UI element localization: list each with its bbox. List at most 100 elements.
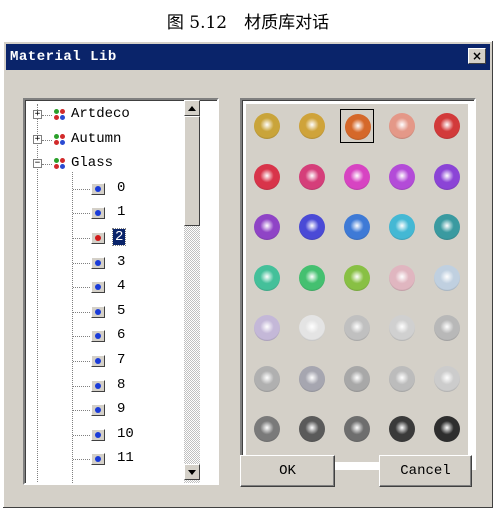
tree-item-label[interactable]: 4 bbox=[115, 278, 127, 294]
tree-group-label[interactable]: Glass bbox=[71, 155, 113, 171]
tree-expander[interactable]: − bbox=[33, 159, 42, 169]
material-icon bbox=[91, 404, 105, 417]
title-bar[interactable]: Material Lib × bbox=[6, 44, 490, 70]
material-icon bbox=[91, 207, 105, 220]
tree-item-label[interactable]: 9 bbox=[115, 401, 127, 417]
material-swatch[interactable] bbox=[385, 412, 419, 446]
scroll-up-button[interactable] bbox=[184, 100, 200, 116]
material-swatch[interactable] bbox=[430, 311, 464, 345]
material-swatch[interactable] bbox=[430, 362, 464, 396]
tree-scrollbar[interactable] bbox=[184, 100, 200, 483]
tree-expander[interactable]: + bbox=[33, 110, 42, 119]
tree-item-label[interactable]: 11 bbox=[115, 450, 136, 466]
material-swatch[interactable] bbox=[340, 109, 374, 143]
material-sphere bbox=[389, 113, 415, 139]
material-sphere bbox=[345, 114, 371, 140]
material-swatch[interactable] bbox=[430, 109, 464, 143]
material-swatch[interactable] bbox=[430, 412, 464, 446]
arrow-down-icon bbox=[188, 470, 196, 475]
material-sphere bbox=[389, 315, 415, 341]
material-swatch[interactable] bbox=[295, 210, 329, 244]
material-sphere bbox=[254, 264, 280, 291]
close-icon: × bbox=[471, 49, 483, 63]
material-swatch[interactable] bbox=[340, 160, 374, 194]
material-sphere bbox=[389, 365, 415, 392]
material-icon bbox=[91, 379, 105, 392]
material-swatch[interactable] bbox=[250, 412, 284, 446]
material-sphere bbox=[254, 365, 280, 392]
material-swatch[interactable] bbox=[385, 261, 419, 295]
tree-connector bbox=[73, 262, 90, 264]
tree-item-label[interactable]: 3 bbox=[115, 254, 127, 270]
material-swatch[interactable] bbox=[340, 261, 374, 295]
material-swatch[interactable] bbox=[340, 210, 374, 244]
tree-expander[interactable]: + bbox=[33, 134, 42, 144]
tree-item-label[interactable]: 0 bbox=[115, 180, 127, 196]
material-sphere bbox=[434, 416, 460, 442]
close-button[interactable]: × bbox=[468, 48, 486, 64]
material-swatch[interactable] bbox=[430, 210, 464, 244]
tree-glass-line bbox=[72, 172, 73, 483]
material-swatch[interactable] bbox=[250, 362, 284, 396]
material-swatch[interactable] bbox=[295, 109, 329, 143]
material-sphere bbox=[344, 214, 370, 240]
tree-connector bbox=[73, 410, 90, 412]
material-swatch[interactable] bbox=[250, 210, 284, 244]
tree-item-label[interactable]: 8 bbox=[115, 377, 127, 393]
material-sphere bbox=[254, 214, 280, 240]
material-swatch[interactable] bbox=[385, 210, 419, 244]
material-sphere bbox=[254, 416, 280, 442]
material-sphere bbox=[434, 113, 460, 139]
material-swatch[interactable] bbox=[295, 261, 329, 295]
material-sphere bbox=[434, 264, 460, 291]
tree-connector bbox=[73, 385, 90, 387]
material-swatch[interactable] bbox=[340, 362, 374, 396]
material-tree[interactable]: + Artdeco + Autumn − Glass 0 1 2 3 4 5 6 7 8 9 10 11 bbox=[23, 98, 219, 485]
material-icon bbox=[91, 232, 105, 244]
material-swatch[interactable] bbox=[430, 160, 464, 194]
material-swatch[interactable] bbox=[250, 160, 284, 194]
material-sphere bbox=[389, 264, 415, 291]
material-sphere bbox=[434, 315, 460, 341]
material-swatch[interactable] bbox=[340, 412, 374, 446]
tree-item-label[interactable]: 1 bbox=[115, 204, 127, 220]
material-swatch[interactable] bbox=[250, 311, 284, 345]
tree-group-label[interactable]: Artdeco bbox=[71, 106, 130, 122]
material-swatch[interactable] bbox=[295, 311, 329, 345]
material-swatch[interactable] bbox=[385, 362, 419, 396]
material-swatch[interactable] bbox=[295, 160, 329, 194]
material-sphere bbox=[299, 163, 325, 190]
tree-connector bbox=[73, 188, 90, 190]
material-icon bbox=[91, 182, 105, 195]
material-swatch[interactable] bbox=[295, 412, 329, 446]
material-swatch[interactable] bbox=[430, 261, 464, 295]
scroll-thumb[interactable] bbox=[184, 116, 200, 226]
cancel-button[interactable]: Cancel bbox=[379, 455, 472, 487]
tree-connector bbox=[73, 459, 90, 461]
tree-connector bbox=[73, 213, 90, 215]
material-sphere bbox=[344, 163, 370, 190]
material-swatch[interactable] bbox=[385, 109, 419, 143]
material-group-icon bbox=[54, 109, 66, 121]
material-sphere bbox=[434, 365, 460, 392]
tree-item-label[interactable]: 6 bbox=[115, 327, 127, 343]
material-swatch[interactable] bbox=[250, 261, 284, 295]
tree-item-label[interactable]: 7 bbox=[115, 352, 127, 368]
material-sphere bbox=[344, 365, 370, 392]
tree-connector bbox=[73, 311, 90, 313]
material-swatch[interactable] bbox=[250, 109, 284, 143]
material-swatch[interactable] bbox=[385, 311, 419, 345]
material-sphere bbox=[344, 416, 370, 442]
tree-connector bbox=[42, 164, 52, 166]
figure-caption: 图 5.12 材质库对话 bbox=[166, 13, 330, 33]
scroll-down-button[interactable] bbox=[184, 464, 200, 480]
tree-connector bbox=[73, 287, 90, 289]
material-swatch[interactable] bbox=[340, 311, 374, 345]
ok-button[interactable]: OK bbox=[240, 455, 335, 487]
tree-item-label[interactable]: 2 bbox=[111, 228, 127, 246]
tree-item-label[interactable]: 10 bbox=[115, 426, 136, 442]
tree-item-label[interactable]: 5 bbox=[115, 303, 127, 319]
material-swatch[interactable] bbox=[295, 362, 329, 396]
tree-group-label[interactable]: Autumn bbox=[71, 131, 121, 147]
material-swatch[interactable] bbox=[385, 160, 419, 194]
